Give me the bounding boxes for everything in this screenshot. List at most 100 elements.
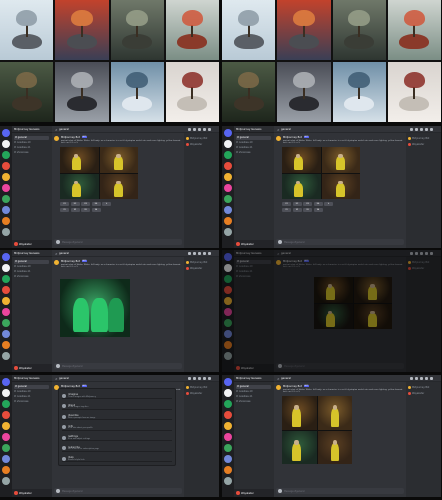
channel-item[interactable]: # showcase [14, 275, 49, 279]
generated-image[interactable] [321, 173, 360, 199]
member-item[interactable]: Wayaketer [186, 267, 216, 271]
command-option[interactable]: /settings View and adjust settings [62, 434, 172, 441]
toolbar-icon[interactable] [415, 377, 418, 380]
server-icon[interactable] [2, 433, 10, 441]
member-item[interactable]: Wayaketer [408, 267, 438, 271]
server-icon[interactable] [224, 286, 232, 294]
command-option[interactable]: /help Shows helpful info [62, 455, 172, 462]
toolbar-icon[interactable] [420, 377, 423, 380]
toolbar-icon[interactable] [203, 377, 206, 380]
generated-image[interactable] [353, 277, 392, 303]
variation-button[interactable]: V4 [313, 208, 323, 212]
command-option[interactable]: /describe Writes prompts from an image [62, 413, 172, 420]
upscale-button[interactable]: U4 [91, 202, 101, 206]
variation-button[interactable]: V1 [282, 208, 291, 212]
image-grid[interactable] [314, 277, 392, 329]
channel-item[interactable]: # newbies-10 [14, 141, 49, 145]
channel-item[interactable]: # general [14, 260, 49, 264]
server-icon[interactable] [224, 129, 232, 137]
channel-item[interactable]: # newbies-11 [236, 146, 271, 150]
command-option[interactable]: /imagine Create images with Midjourney [62, 392, 172, 399]
toolbar-icon[interactable] [203, 128, 206, 131]
server-icon[interactable] [224, 352, 232, 360]
upscaled-image[interactable] [60, 279, 130, 337]
toolbar-icon[interactable] [410, 377, 413, 380]
server-icon[interactable] [2, 422, 10, 430]
server-icon[interactable] [2, 184, 10, 192]
server-icon[interactable] [2, 308, 10, 316]
server-icon[interactable] [224, 264, 232, 272]
server-icon[interactable] [224, 466, 232, 474]
upscale-button[interactable]: U3 [81, 202, 90, 206]
add-attachment-icon[interactable] [278, 364, 282, 368]
channel-item[interactable]: # general [14, 385, 49, 389]
server-icon[interactable] [224, 195, 232, 203]
member-item[interactable]: Midjourney Bot [186, 261, 216, 265]
toolbar-icon[interactable] [420, 252, 423, 255]
server-icon[interactable] [224, 411, 232, 419]
upscaled-cell[interactable] [60, 279, 130, 337]
server-icon[interactable] [224, 297, 232, 305]
variation-button[interactable]: V2 [292, 208, 302, 212]
server-icon[interactable] [224, 400, 232, 408]
channel-item[interactable]: # newbies-10 [14, 390, 49, 394]
server-name[interactable]: Midjourney Genesis [12, 250, 52, 257]
generated-image[interactable] [282, 430, 317, 464]
member-item[interactable]: Wayaketer [408, 392, 438, 396]
server-icon[interactable] [224, 433, 232, 441]
message-composer[interactable]: Message #general [276, 239, 404, 245]
toolbar-icon[interactable] [415, 128, 418, 131]
upscale-button[interactable]: U1 [60, 202, 69, 206]
image-grid[interactable] [282, 147, 360, 199]
member-item[interactable]: Midjourney Bot [408, 137, 438, 141]
server-icon[interactable] [224, 173, 232, 181]
server-icon[interactable] [2, 341, 10, 349]
server-icon[interactable] [224, 319, 232, 327]
server-icon[interactable] [224, 140, 232, 148]
channel-item[interactable]: # showcase [236, 400, 271, 404]
server-icon[interactable] [2, 151, 10, 159]
server-icon[interactable] [224, 228, 232, 236]
generated-image[interactable] [282, 396, 317, 430]
member-item[interactable]: Midjourney Bot [186, 137, 216, 141]
server-icon[interactable] [224, 422, 232, 430]
toolbar-icon[interactable] [198, 252, 201, 255]
toolbar-icon[interactable] [430, 252, 433, 255]
server-name[interactable]: Midjourney Genesis [12, 126, 52, 133]
server-name[interactable]: Midjourney Genesis [234, 375, 274, 382]
channel-item[interactable]: # newbies-11 [14, 395, 49, 399]
generated-image[interactable] [99, 173, 138, 199]
generated-image[interactable] [317, 430, 352, 464]
upscale-button[interactable]: ↻ [102, 202, 111, 206]
toolbar-icon[interactable] [430, 128, 433, 131]
generated-image[interactable] [314, 277, 353, 303]
server-icon[interactable] [2, 264, 10, 272]
server-icon[interactable] [224, 330, 232, 338]
channel-item[interactable]: # newbies-11 [14, 270, 49, 274]
generated-image[interactable] [60, 147, 99, 173]
upscale-button[interactable]: U2 [292, 202, 302, 206]
server-icon[interactable] [224, 389, 232, 397]
server-icon[interactable] [2, 389, 10, 397]
server-icon[interactable] [2, 253, 10, 261]
server-icon[interactable] [224, 477, 232, 485]
add-attachment-icon[interactable] [56, 364, 60, 368]
toolbar-icon[interactable] [198, 377, 201, 380]
toolbar-icon[interactable] [415, 252, 418, 255]
toolbar-icon[interactable] [425, 252, 428, 255]
add-attachment-icon[interactable] [56, 240, 60, 244]
server-icon[interactable] [224, 151, 232, 159]
add-attachment-icon[interactable] [56, 489, 60, 493]
channel-item[interactable]: # newbies-11 [236, 395, 271, 399]
server-icon[interactable] [2, 286, 10, 294]
command-option[interactable]: /subscribe Get a link to the subscription… [62, 445, 172, 452]
server-icon[interactable] [2, 319, 10, 327]
channel-item[interactable]: # general [236, 385, 271, 389]
server-icon[interactable] [224, 444, 232, 452]
channel-item[interactable]: # newbies-10 [236, 390, 271, 394]
server-icon[interactable] [2, 466, 10, 474]
server-icon[interactable] [2, 206, 10, 214]
toolbar-icon[interactable] [198, 128, 201, 131]
server-icon[interactable] [224, 275, 232, 283]
avatar[interactable] [236, 491, 240, 495]
